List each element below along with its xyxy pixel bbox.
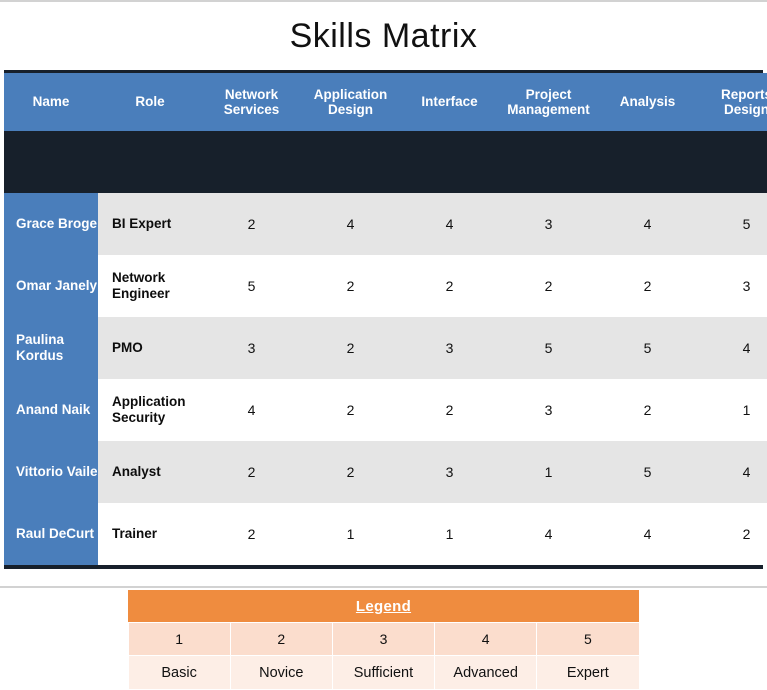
cell-project-management: 3 [499, 379, 598, 441]
column-header-network-services[interactable]: Network Services [202, 73, 301, 131]
cell-analysis: 5 [598, 441, 697, 503]
header-separator-row [4, 131, 767, 193]
column-header-reports-design[interactable]: Reports Design [697, 73, 767, 131]
column-header-name[interactable]: Name [4, 73, 98, 131]
column-header-analysis[interactable]: Analysis [598, 73, 697, 131]
cell-analysis: 4 [598, 503, 697, 565]
cell-network-services: 2 [202, 193, 301, 255]
cell-name: Omar Janely [4, 255, 98, 317]
cell-analysis: 2 [598, 255, 697, 317]
cell-project-management: 3 [499, 193, 598, 255]
cell-role: Application Security [98, 379, 202, 441]
cell-role: Trainer [98, 503, 202, 565]
matrix-header: Name Role Network Services Application D… [4, 73, 767, 131]
cell-interface: 3 [400, 441, 499, 503]
cell-reports-design: 3 [697, 255, 767, 317]
cell-role: Analyst [98, 441, 202, 503]
cell-analysis: 4 [598, 193, 697, 255]
page-title: Skills Matrix [289, 17, 478, 55]
cell-interface: 3 [400, 317, 499, 379]
legend-label-5: Expert [536, 655, 640, 690]
legend-values-row: 1 2 3 4 5 [127, 622, 640, 656]
cell-reports-design: 4 [697, 441, 767, 503]
cell-role: Network Engineer [98, 255, 202, 317]
legend-value-1: 1 [127, 622, 231, 656]
cell-name: Raul DeCurt [4, 503, 98, 565]
cell-reports-design: 1 [697, 379, 767, 441]
cell-interface: 1 [400, 503, 499, 565]
table-row[interactable]: Vittorio Vaile Analyst 2 2 3 1 5 4 [4, 441, 767, 503]
legend-container: Legend 1 2 3 4 5 Basic Novice Sufficient… [127, 590, 640, 690]
cell-project-management: 1 [499, 441, 598, 503]
cell-network-services: 3 [202, 317, 301, 379]
cell-role: PMO [98, 317, 202, 379]
column-header-role[interactable]: Role [98, 73, 202, 131]
cell-interface: 2 [400, 379, 499, 441]
cell-interface: 2 [400, 255, 499, 317]
skills-matrix-table: Name Role Network Services Application D… [4, 73, 767, 565]
cell-network-services: 5 [202, 255, 301, 317]
cell-name: Grace Broge [4, 193, 98, 255]
legend-value-2: 2 [229, 622, 333, 656]
table-row[interactable]: Raul DeCurt Trainer 2 1 1 4 4 2 [4, 503, 767, 565]
cell-network-services: 2 [202, 503, 301, 565]
cell-name: Paulina Kordus [4, 317, 98, 379]
legend-title-row: Legend [128, 590, 639, 623]
cell-analysis: 5 [598, 317, 697, 379]
legend-label-2: Novice [229, 655, 333, 690]
cell-name: Anand Naik [4, 379, 98, 441]
cell-project-management: 5 [499, 317, 598, 379]
cell-network-services: 4 [202, 379, 301, 441]
matrix-header-row: Name Role Network Services Application D… [4, 73, 767, 131]
table-row[interactable]: Omar Janely Network Engineer 5 2 2 2 2 3 [4, 255, 767, 317]
legend-label-3: Sufficient [331, 655, 436, 690]
legend-label-4: Advanced [434, 655, 538, 690]
legend-value-3: 3 [331, 622, 436, 656]
cell-reports-design: 2 [697, 503, 767, 565]
legend-table: Legend 1 2 3 4 5 Basic Novice Sufficient… [127, 590, 640, 690]
cell-name: Vittorio Vaile [4, 441, 98, 503]
cell-reports-design: 5 [697, 193, 767, 255]
column-header-interface[interactable]: Interface [400, 73, 499, 131]
column-header-application-design[interactable]: Application Design [301, 73, 400, 131]
cell-interface: 4 [400, 193, 499, 255]
cell-application-design: 2 [301, 441, 400, 503]
cell-project-management: 2 [499, 255, 598, 317]
matrix-body: Grace Broge BI Expert 2 4 4 3 4 5 Omar J… [4, 131, 767, 565]
slide-page: Skills Matrix Name Role Network Services… [0, 0, 767, 690]
header-separator [4, 131, 767, 193]
legend-value-5: 5 [536, 622, 640, 656]
table-row[interactable]: Paulina Kordus PMO 3 2 3 5 5 4 [4, 317, 767, 379]
cell-application-design: 2 [301, 317, 400, 379]
legend-labels-row: Basic Novice Sufficient Advanced Expert [127, 655, 640, 690]
cell-network-services: 2 [202, 441, 301, 503]
legend-value-4: 4 [434, 622, 538, 656]
legend-title: Legend [128, 590, 639, 623]
cell-application-design: 1 [301, 503, 400, 565]
legend-label-1: Basic [127, 655, 231, 690]
column-header-project-management[interactable]: Project Management [499, 73, 598, 131]
table-row[interactable]: Grace Broge BI Expert 2 4 4 3 4 5 [4, 193, 767, 255]
cell-analysis: 2 [598, 379, 697, 441]
cell-role: BI Expert [98, 193, 202, 255]
table-row[interactable]: Anand Naik Application Security 4 2 2 3 … [4, 379, 767, 441]
cell-project-management: 4 [499, 503, 598, 565]
cell-application-design: 4 [301, 193, 400, 255]
cell-application-design: 2 [301, 255, 400, 317]
skills-matrix-container: Name Role Network Services Application D… [4, 70, 767, 569]
cell-application-design: 2 [301, 379, 400, 441]
cell-reports-design: 4 [697, 317, 767, 379]
